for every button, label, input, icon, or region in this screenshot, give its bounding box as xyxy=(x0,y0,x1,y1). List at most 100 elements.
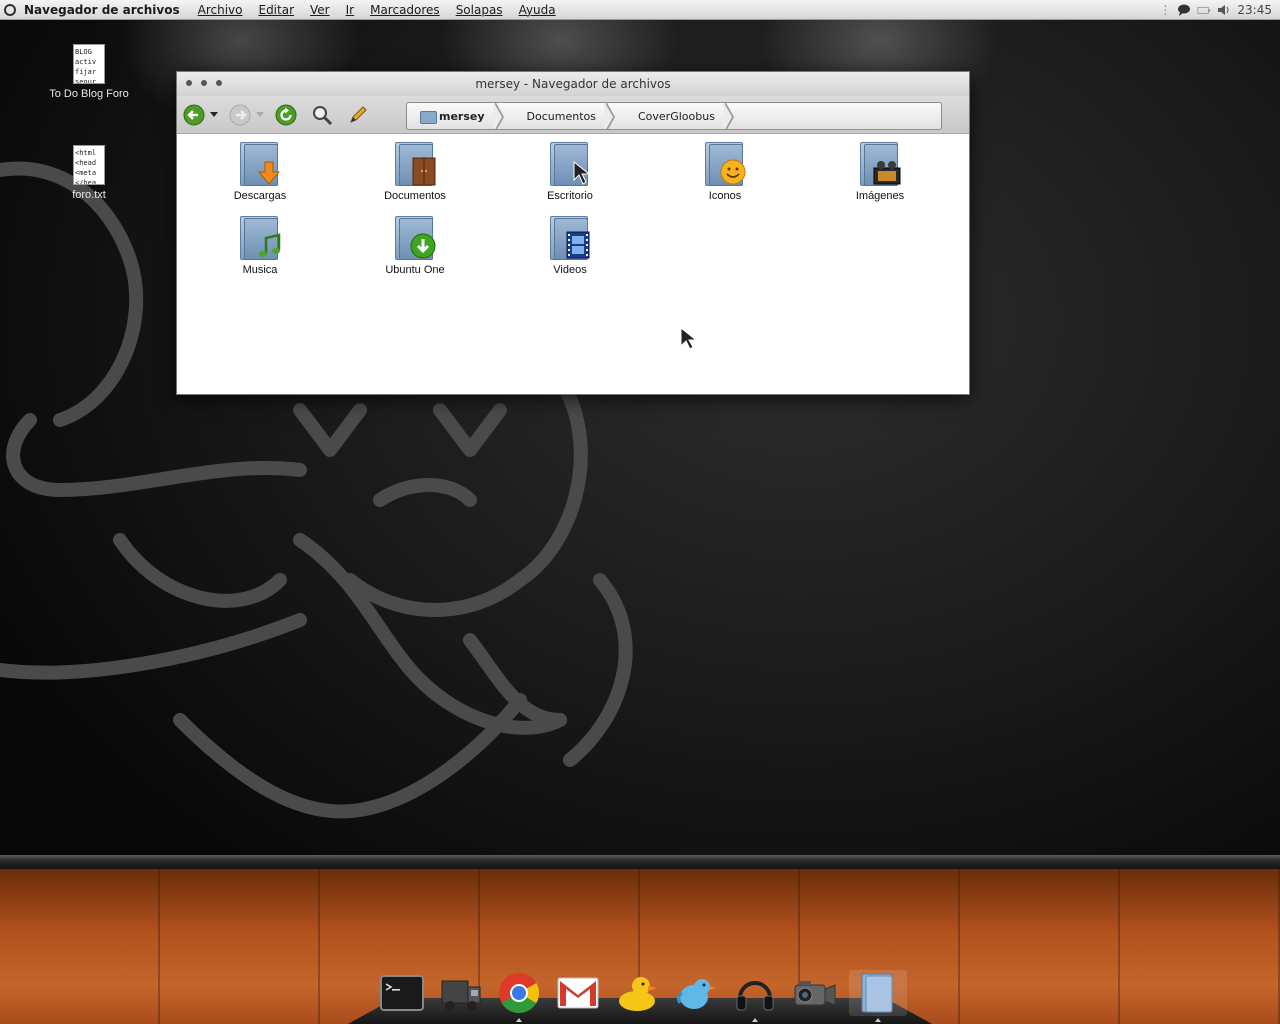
camcorder-icon xyxy=(794,981,836,1006)
window-title: mersey - Navegador de archivos xyxy=(475,77,671,91)
chevron-down-icon xyxy=(256,111,264,117)
battery-icon[interactable] xyxy=(1197,4,1211,16)
maximize-button[interactable] xyxy=(216,80,222,86)
search-button[interactable] xyxy=(309,102,335,128)
breadcrumb-label: mersey xyxy=(439,109,485,123)
folder-videos[interactable]: Videos xyxy=(510,214,630,276)
folder-label: Iconos xyxy=(708,190,742,202)
mouse-pointer-icon xyxy=(680,327,698,350)
clock[interactable]: 23:45 xyxy=(1237,3,1272,17)
folder-icon xyxy=(391,214,439,262)
menu-archivo[interactable]: Archivo xyxy=(198,3,243,17)
dock-twitter[interactable] xyxy=(672,970,720,1016)
film-camera-icon xyxy=(873,161,901,185)
close-button[interactable] xyxy=(186,80,192,86)
folder-label: Escritorio xyxy=(547,190,593,202)
breadcrumb-label: CoverGloobus xyxy=(637,109,715,123)
system-tray: ⋮ 23:45 xyxy=(1159,2,1272,17)
folder-ubuntu-one[interactable]: Ubuntu One xyxy=(355,214,475,276)
home-folder-icon xyxy=(420,111,437,124)
menu-ver[interactable]: Ver xyxy=(310,3,330,17)
breadcrumb-label: Documentos xyxy=(526,109,596,123)
download-arrow-icon xyxy=(257,161,281,185)
window-titlebar[interactable]: mersey - Navegador de archivos xyxy=(177,72,969,96)
folder-label: Ubuntu One xyxy=(385,264,445,276)
folder-icon xyxy=(391,140,439,188)
dock-headphones[interactable] xyxy=(731,970,779,1022)
green-download-icon xyxy=(410,233,436,259)
wardrobe-icon xyxy=(412,157,436,186)
desktop-icon-foro[interactable]: <html <head <meta </hea foro.txt xyxy=(44,145,134,201)
dock-chrome[interactable] xyxy=(495,970,543,1022)
folder-musica[interactable]: Musica xyxy=(200,214,320,276)
chat-icon[interactable] xyxy=(1177,4,1191,16)
reload-icon xyxy=(275,104,297,125)
chevron-down-icon xyxy=(210,111,218,117)
folder-label: Documentos xyxy=(384,190,446,202)
duck-icon xyxy=(619,977,657,1011)
magnifier-icon xyxy=(313,105,333,125)
folder-icon xyxy=(856,140,904,188)
app-menu-title[interactable]: Navegador de archivos xyxy=(24,3,180,17)
folder-icon xyxy=(701,140,749,188)
twitter-bird-icon xyxy=(676,979,716,1009)
text-file-icon: <html <head <meta </hea xyxy=(73,145,105,185)
menu-editar[interactable]: Editar xyxy=(258,3,294,17)
forward-arrow-icon xyxy=(229,104,251,125)
forward-button[interactable] xyxy=(227,102,253,128)
music-note-icon xyxy=(259,233,281,257)
folder-iconos[interactable]: Iconos xyxy=(665,140,785,202)
gmail-icon xyxy=(557,977,599,1009)
dock-terminal[interactable] xyxy=(378,970,426,1016)
chrome-icon xyxy=(499,973,539,1013)
dock-gmail[interactable] xyxy=(554,970,602,1016)
search-icon[interactable] xyxy=(4,3,16,16)
folder-icon xyxy=(546,214,594,262)
edit-location-button[interactable] xyxy=(345,102,371,128)
file-manager-window: mersey - Navegador de archivos mersey Do… xyxy=(176,71,970,395)
top-panel: Navegador de archivos Archivo Editar Ver… xyxy=(0,0,1280,20)
breadcrumb: mersey Documentos CoverGloobus xyxy=(406,102,942,130)
desktop-icon-label: To Do Blog Foro xyxy=(49,88,129,100)
dock xyxy=(348,968,932,1024)
folder-icon xyxy=(546,140,594,188)
folder-label: Videos xyxy=(553,264,587,276)
dock-truck[interactable] xyxy=(436,970,484,1016)
folder-label: Imágenes xyxy=(855,190,905,202)
file-view[interactable]: Descargas Documentos Escritorio Iconos I… xyxy=(177,134,969,394)
forward-history-dropdown[interactable] xyxy=(253,102,267,128)
breadcrumb-documentos[interactable]: Documentos xyxy=(503,103,616,129)
menu-marcadores[interactable]: Marcadores xyxy=(370,3,440,17)
menu-ir[interactable]: Ir xyxy=(346,3,354,17)
back-button[interactable] xyxy=(181,102,207,128)
folder-imagenes[interactable]: Imágenes xyxy=(820,140,940,202)
folder-icon xyxy=(236,140,284,188)
desktop-icon-todo[interactable]: BLOG activ fijar seour To Do Blog Foro xyxy=(44,44,134,100)
terminal-icon xyxy=(380,975,424,1011)
dock-duck[interactable] xyxy=(613,970,661,1016)
back-history-dropdown[interactable] xyxy=(207,102,221,128)
headphones-icon xyxy=(736,981,774,1011)
folder-icon xyxy=(861,973,893,1013)
breadcrumb-covergloobus[interactable]: CoverGloobus xyxy=(614,103,734,129)
folder-icon xyxy=(236,214,284,262)
minimize-button[interactable] xyxy=(201,80,207,86)
filmstrip-icon xyxy=(566,231,590,259)
pencil-icon xyxy=(350,105,367,123)
breadcrumb-mersey[interactable]: mersey xyxy=(407,103,504,129)
toolbar: mersey Documentos CoverGloobus xyxy=(177,96,969,134)
reload-button[interactable] xyxy=(273,102,299,128)
desktop-icon-label: foro.txt xyxy=(72,189,106,201)
dock-camcorder[interactable] xyxy=(790,970,838,1016)
back-arrow-icon xyxy=(183,104,205,125)
volume-icon[interactable] xyxy=(1217,4,1231,16)
dock-file-manager[interactable] xyxy=(849,970,907,1022)
menu-solapas[interactable]: Solapas xyxy=(456,3,503,17)
folder-descargas[interactable]: Descargas xyxy=(200,140,320,202)
wallpaper-shelf xyxy=(0,855,1280,869)
menu-ayuda[interactable]: Ayuda xyxy=(519,3,556,17)
folder-documentos[interactable]: Documentos xyxy=(355,140,475,202)
text-file-icon: BLOG activ fijar seour xyxy=(73,44,105,84)
smiley-icon xyxy=(720,159,746,185)
folder-escritorio[interactable]: Escritorio xyxy=(510,140,630,202)
